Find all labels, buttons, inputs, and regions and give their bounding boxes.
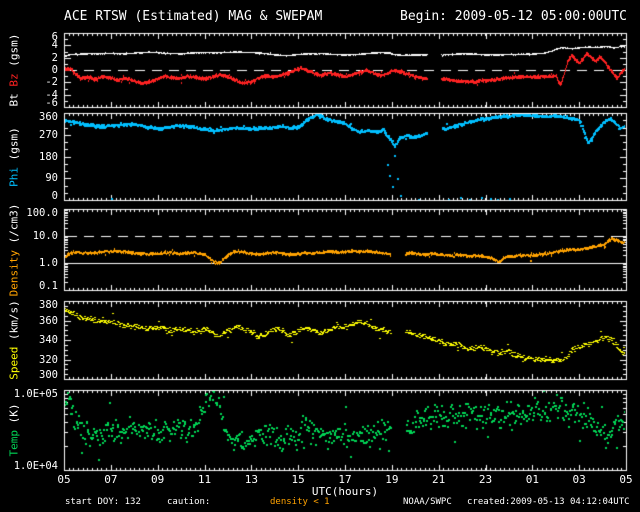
begin-timestamp: Begin: 2009-05-12 05:00:00UTC bbox=[400, 9, 627, 24]
xtick-label: 01 bbox=[525, 473, 539, 486]
panel-y-axis-label-part: Speed bbox=[7, 346, 21, 380]
xtick-label: 05 bbox=[619, 473, 633, 486]
xtick-label: 13 bbox=[244, 473, 258, 486]
panel-y-axis-label-part: (K) bbox=[7, 403, 21, 430]
panel-y-axis-label: Temp (K) bbox=[8, 404, 21, 457]
footer-agency: NOAA/SWPC bbox=[403, 497, 452, 507]
xtick-label: 21 bbox=[432, 473, 446, 486]
panel-y-axis-label-part: Bz bbox=[7, 73, 21, 87]
footer-start-doy: start DOY: 132 bbox=[65, 497, 141, 507]
panel-y-axis-label: Bt Bz (gsm) bbox=[8, 34, 21, 107]
xtick-label: 23 bbox=[478, 473, 493, 486]
xtick-label: 09 bbox=[151, 473, 165, 486]
panel-y-axis-label-part: Temp bbox=[7, 430, 21, 457]
footer-caution-label: caution: bbox=[167, 497, 211, 507]
xtick-label: 05 bbox=[57, 473, 71, 486]
ytick-label: 360 bbox=[39, 111, 58, 123]
panel-y-axis-label-part: (km/s) bbox=[7, 300, 21, 347]
xtick-label: 11 bbox=[197, 473, 212, 486]
panel-y-axis-label-part: Bt bbox=[7, 86, 21, 107]
panel-y-axis-label-part: Phi bbox=[7, 166, 21, 187]
plot-canvas bbox=[0, 0, 640, 512]
panel-y-axis-label: Phi (gsm) bbox=[8, 127, 21, 187]
panel-y-axis-label-part: (gsm) bbox=[7, 126, 21, 167]
page-title: ACE RTSW (Estimated) MAG & SWEPAM bbox=[64, 9, 323, 24]
xtick-label: 19 bbox=[385, 473, 399, 486]
xtick-label: 03 bbox=[572, 473, 586, 486]
panel-y-axis-label-part: (gsm) bbox=[7, 33, 21, 74]
ytick-label: 0 bbox=[51, 190, 58, 202]
panel-y-axis-label: Density (/cm3) bbox=[8, 203, 21, 296]
xtick-label: 15 bbox=[291, 473, 305, 486]
ytick-label: 1.0E+04 bbox=[13, 460, 58, 472]
footer-caution-value: density < 1 bbox=[270, 497, 330, 507]
xtick-label: 07 bbox=[104, 473, 118, 486]
ytick-label: 1.0E+05 bbox=[13, 388, 58, 400]
panel-y-axis-label: Speed (km/s) bbox=[8, 300, 21, 379]
panel-y-axis-label-part: Density bbox=[7, 249, 21, 296]
ace-rtsw-plot: ACE RTSW (Estimated) MAG & SWEPAM Begin:… bbox=[0, 0, 640, 512]
footer-created-timestamp: created:2009-05-13 04:12:04UTC bbox=[467, 497, 630, 507]
panel-y-axis-label-part: (/cm3) bbox=[7, 203, 21, 250]
